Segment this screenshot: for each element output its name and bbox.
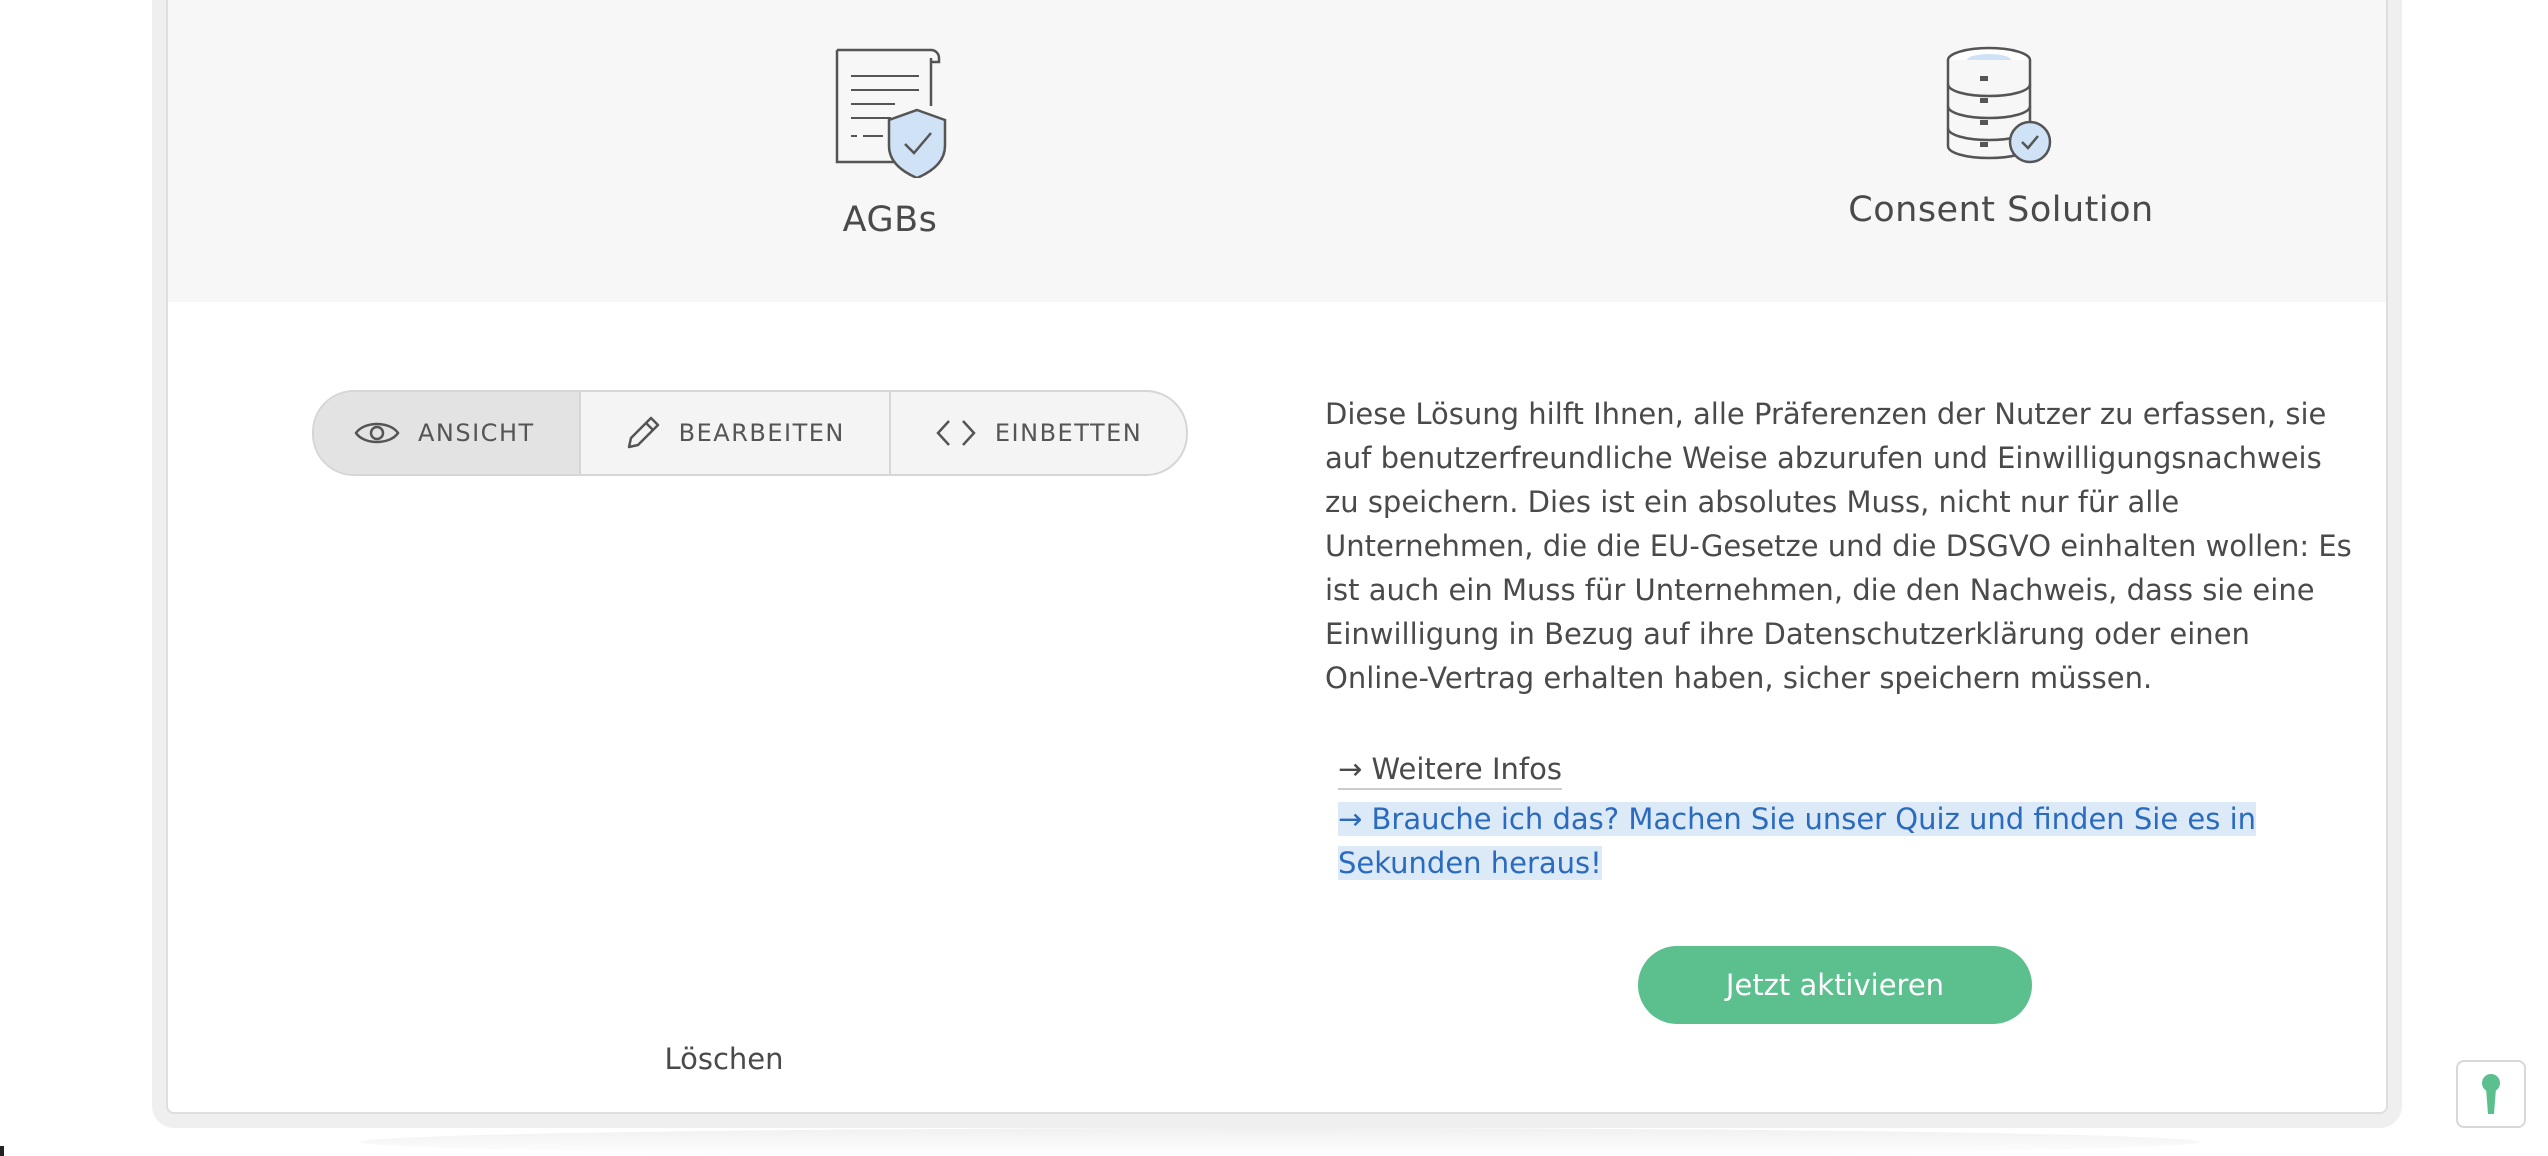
keyhole-icon <box>2482 1074 2500 1114</box>
activate-button[interactable]: Jetzt aktivieren <box>1638 946 2032 1024</box>
product-agb: AGBs <box>540 46 1240 240</box>
quiz-link-text: → Brauche ich das? Machen Sie unser Quiz… <box>1338 802 2257 880</box>
edge-mark <box>0 1146 4 1156</box>
product-title-agb: AGBs <box>842 200 938 240</box>
card-shadow <box>360 1128 2200 1156</box>
card-header: AGBs Consent Solution <box>168 0 2386 302</box>
product-card: AGBs Consent Solution ANSICHT BEARBEITEN… <box>166 0 2388 1114</box>
tab-einbetten[interactable]: EINBETTEN <box>888 392 1186 474</box>
cookie-consent-widget[interactable] <box>2456 1060 2526 1128</box>
code-icon <box>936 420 976 446</box>
product-title-consent: Consent Solution <box>1848 190 2154 230</box>
tab-label: EINBETTEN <box>994 419 1143 447</box>
more-info-link[interactable]: → Weitere Infos <box>1338 750 1562 790</box>
view-mode-tabs: ANSICHT BEARBEITEN EINBETTEN <box>312 390 1189 476</box>
product-consent: Consent Solution <box>1651 46 2351 230</box>
delete-button[interactable]: Löschen <box>168 1042 1280 1076</box>
tab-label: ANSICHT <box>418 419 535 447</box>
product-description: Diese Lösung hilft Ihnen, alle Präferenz… <box>1325 397 2352 695</box>
tab-label: BEARBEITEN <box>678 419 845 447</box>
document-shield-icon <box>835 48 947 178</box>
tab-bearbeiten[interactable]: BEARBEITEN <box>578 392 889 474</box>
eye-icon <box>354 422 400 444</box>
database-check-icon <box>1946 46 2052 164</box>
tab-ansicht[interactable]: ANSICHT <box>314 392 579 474</box>
pencil-icon <box>627 416 659 449</box>
quiz-link[interactable]: → Brauche ich das? Machen Sie unser Quiz… <box>1338 797 2278 885</box>
